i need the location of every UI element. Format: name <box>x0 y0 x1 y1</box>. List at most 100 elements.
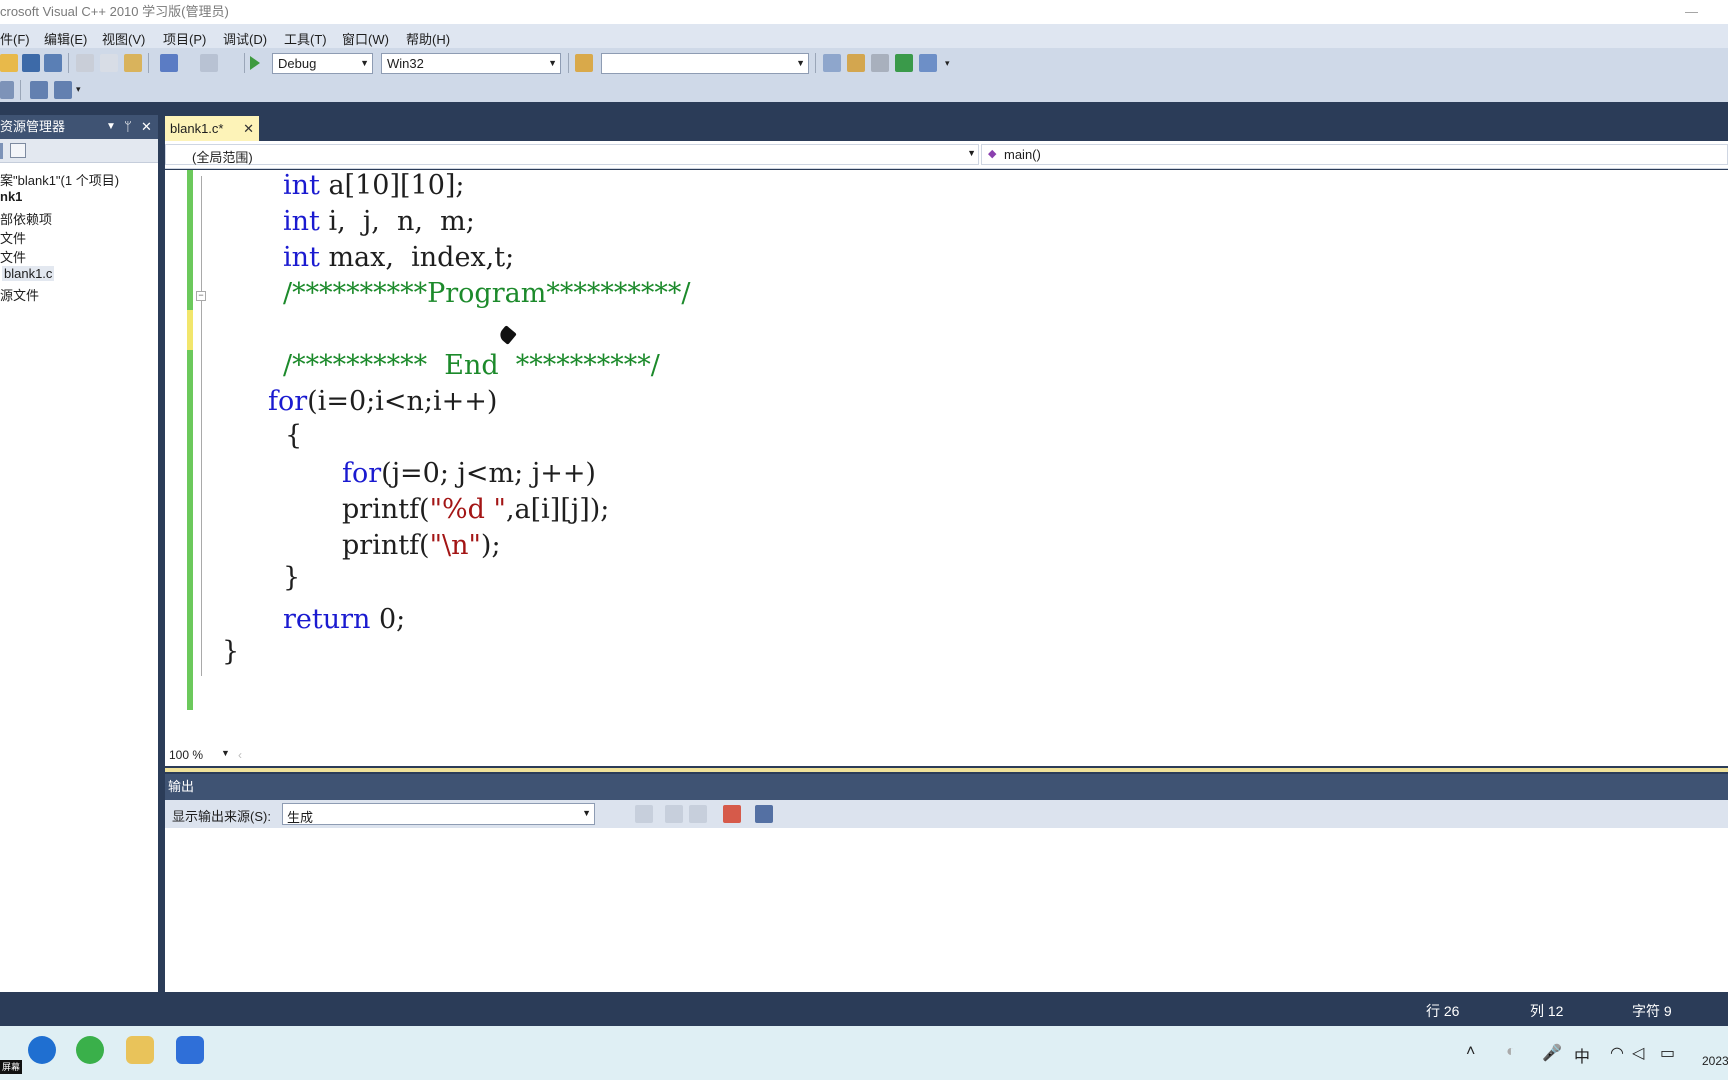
output-text-area[interactable] <box>165 828 1728 992</box>
menu-edit[interactable]: 编辑(E) <box>44 29 87 48</box>
tab-blank1c[interactable]: blank1.c* ✕ <box>165 116 259 141</box>
menu-window[interactable]: 窗口(W) <box>342 29 389 48</box>
unsaved-change-marker <box>187 310 193 350</box>
previous-message-icon[interactable] <box>665 805 683 823</box>
chevron-down-icon: ▼ <box>548 58 557 68</box>
save-icon[interactable] <box>22 54 40 72</box>
code-line: printf("\n"); <box>342 530 501 561</box>
battery-icon[interactable]: ▭ <box>1660 1043 1675 1063</box>
tools-icon[interactable] <box>871 54 889 72</box>
status-bar: 行 26 列 12 字符 9 <box>0 992 1728 1026</box>
redo-icon[interactable] <box>200 54 218 72</box>
status-line: 行 26 <box>1426 1003 1460 1019</box>
outdent-icon[interactable] <box>30 81 48 99</box>
menu-debug[interactable]: 调试(D) <box>223 29 267 48</box>
function-dropdown[interactable]: ◆ main() <box>981 144 1728 165</box>
change-tracking-bar <box>187 170 193 710</box>
tree-project[interactable]: nk1 <box>0 189 22 204</box>
taskbar-app-icon[interactable] <box>76 1036 104 1064</box>
close-icon[interactable]: ✕ <box>243 116 254 141</box>
text-editor-toolbar: ▾ <box>0 78 1728 102</box>
tray-expand-icon[interactable]: ˄ <box>1466 1043 1475 1061</box>
window-title: crosoft Visual C++ 2010 学习版(管理员) <box>0 4 229 19</box>
tree-header-files[interactable]: 文件 <box>0 228 26 247</box>
microphone-icon[interactable]: 🎤 <box>1542 1043 1562 1063</box>
tree-file-blank1c[interactable]: blank1.c <box>2 266 55 281</box>
solution-explorer-title: 资源管理器 <box>0 119 66 134</box>
toolbar-separator <box>68 53 69 73</box>
output-source-select[interactable]: 生成 ▼ <box>282 803 595 825</box>
go-to-message-icon[interactable] <box>635 805 653 823</box>
paste-icon[interactable] <box>124 54 142 72</box>
zoom-level[interactable]: 100 % <box>169 748 203 762</box>
next-message-icon[interactable] <box>689 805 707 823</box>
zoom-bar: 100 % ▼ ‹ <box>165 746 1728 766</box>
chevron-down-icon: ▼ <box>967 148 976 158</box>
open-icon[interactable] <box>0 54 18 72</box>
ime-indicator[interactable]: 中 <box>1574 1043 1590 1067</box>
standard-toolbar: Debug ▼ Win32 ▼ ▼ ▾ <box>0 48 1728 78</box>
cut-icon[interactable] <box>76 54 94 72</box>
toolbar-overflow-icon[interactable]: ▾ <box>76 84 84 94</box>
scope-dropdown[interactable]: (全局范围) ▼ <box>165 144 979 165</box>
method-icon: ◆ <box>988 148 997 160</box>
output-toolbar: 显示输出来源(S): 生成 ▼ <box>165 800 1728 828</box>
collapse-icon[interactable]: − <box>196 291 206 301</box>
format-icon[interactable] <box>0 81 14 99</box>
class-view-icon[interactable] <box>919 54 937 72</box>
indent-icon[interactable] <box>54 81 72 99</box>
find-combo[interactable]: ▼ <box>601 53 809 74</box>
menu-view[interactable]: 视图(V) <box>102 29 145 48</box>
find-in-files-icon[interactable] <box>575 54 593 72</box>
chevron-down-icon: ▼ <box>582 808 591 818</box>
word-wrap-icon[interactable] <box>755 805 773 823</box>
code-line: int i, j, n, m; <box>283 206 475 237</box>
menu-help[interactable]: 帮助(H) <box>406 29 450 48</box>
wifi-icon[interactable]: ◠ <box>1610 1043 1624 1063</box>
visual-cpp-taskbar-icon[interactable] <box>126 1036 154 1064</box>
configuration-select[interactable]: Debug ▼ <box>272 53 373 74</box>
tree-source-files[interactable]: 源文件 <box>0 285 39 304</box>
menu-bar: 件(F) 编辑(E) 视图(V) 项目(P) 调试(D) 工具(T) 窗口(W)… <box>0 24 1728 48</box>
title-bar: crosoft Visual C++ 2010 学习版(管理员) — <box>0 0 1728 24</box>
panel-menu-icon[interactable]: ▼ <box>106 115 116 139</box>
save-all-icon[interactable] <box>44 54 62 72</box>
toolbar-overflow-icon[interactable]: ▾ <box>945 58 953 68</box>
code-line: } <box>283 562 301 593</box>
chevron-down-icon[interactable]: ▼ <box>221 748 230 758</box>
start-debug-icon[interactable] <box>250 56 260 70</box>
menu-file[interactable]: 件(F) <box>0 29 30 48</box>
output-source-label: 显示输出来源(S): <box>172 809 271 824</box>
minimize-button[interactable]: — <box>1685 0 1698 24</box>
properties-icon[interactable] <box>847 54 865 72</box>
solution-explorer-icon[interactable] <box>823 54 841 72</box>
pin-icon[interactable]: ᛘ <box>124 115 132 139</box>
tree-solution[interactable]: 案"blank1"(1 个项目) <box>0 170 119 189</box>
output-icon[interactable] <box>895 54 913 72</box>
platform-select[interactable]: Win32 ▼ <box>381 53 561 74</box>
solution-explorer-header: 资源管理器 ▼ ᛘ ✕ <box>0 115 158 139</box>
status-char: 字符 9 <box>1632 1003 1672 1019</box>
solution-explorer-toolbar <box>0 139 158 163</box>
undo-icon[interactable] <box>160 54 178 72</box>
clock[interactable]: 2023 <box>1702 1054 1728 1068</box>
menu-tools[interactable]: 工具(T) <box>284 29 327 48</box>
clear-all-icon[interactable] <box>723 805 741 823</box>
scroll-left-icon[interactable]: ‹ <box>238 748 242 762</box>
close-icon[interactable]: ✕ <box>141 115 152 139</box>
volume-icon[interactable]: ◁ <box>1632 1043 1644 1063</box>
outline-guide <box>201 176 202 676</box>
tree-external-deps[interactable]: 部依赖项 <box>0 209 52 228</box>
tree-resource-files[interactable]: 文件 <box>0 247 26 266</box>
tab-label: blank1.c* <box>170 121 224 136</box>
copy-icon[interactable] <box>100 54 118 72</box>
properties-icon[interactable] <box>0 143 3 159</box>
tray-app-icon[interactable]: ◐ <box>1506 1043 1516 1061</box>
taskbar-app-icon[interactable] <box>28 1036 56 1064</box>
menu-project[interactable]: 项目(P) <box>163 29 206 48</box>
show-all-files-icon[interactable] <box>10 143 26 158</box>
code-line: } <box>222 636 240 667</box>
taskbar-app-icon[interactable] <box>176 1036 204 1064</box>
panel-splitter[interactable] <box>165 768 1728 772</box>
navigation-bar: (全局范围) ▼ ◆ main() <box>165 141 1728 169</box>
